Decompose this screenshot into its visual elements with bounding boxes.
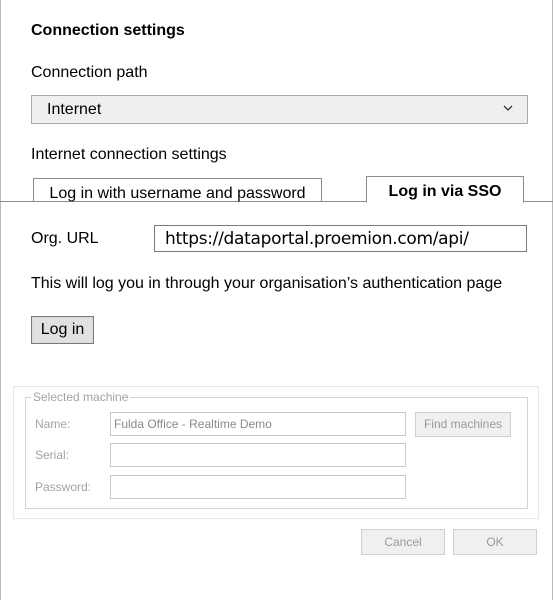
find-machines-button[interactable]: Find machines: [415, 412, 511, 437]
machine-name-field[interactable]: Fulda Office - Realtime Demo: [110, 412, 406, 436]
machine-group-title: Selected machine: [31, 390, 131, 404]
cancel-button[interactable]: Cancel: [361, 529, 445, 555]
ok-button[interactable]: OK: [453, 529, 537, 555]
connection-path-select[interactable]: Internet: [31, 95, 528, 124]
org-url-label: Org. URL: [31, 230, 99, 247]
serial-label: Serial:: [35, 448, 70, 462]
tab-username-password[interactable]: Log in with username and password: [33, 178, 322, 202]
tab-sso[interactable]: Log in via SSO: [366, 176, 524, 203]
name-label: Name:: [35, 417, 71, 431]
sso-info-text: This will log you in through your organi…: [31, 275, 503, 292]
chevron-down-icon: [503, 105, 513, 111]
internet-settings-label: Internet connection settings: [31, 146, 227, 163]
connection-path-value: Internet: [47, 101, 102, 118]
org-url-input[interactable]: https://dataportal.proemion.com/api/: [154, 225, 527, 252]
serial-field[interactable]: [110, 443, 406, 467]
password-field[interactable]: [110, 475, 406, 499]
password-label: Password:: [35, 480, 92, 494]
login-button[interactable]: Log in: [31, 316, 94, 344]
dialog-heading: Connection settings: [31, 22, 185, 39]
connection-path-label: Connection path: [31, 64, 148, 81]
